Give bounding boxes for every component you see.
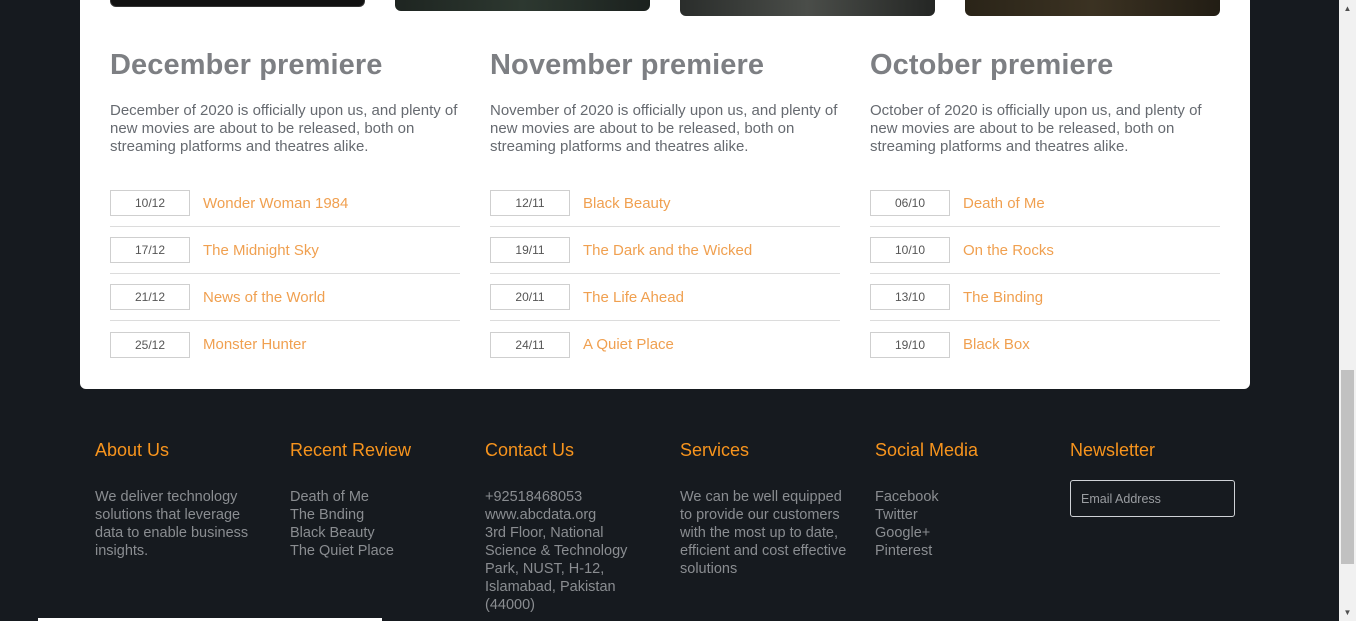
movie-row: 19/11 The Dark and the Wicked — [490, 227, 840, 274]
movie-link[interactable]: Death of Me — [963, 195, 1045, 212]
movie-row: 21/12 News of the World — [110, 274, 460, 321]
movie-list: 06/10 Death of Me 10/10 On the Rocks 13/… — [870, 180, 1220, 368]
movie-list: 12/11 Black Beauty 19/11 The Dark and th… — [490, 180, 840, 368]
review-link[interactable]: Black Beauty — [290, 524, 460, 542]
movie-link[interactable]: Black Box — [963, 336, 1030, 353]
release-date: 19/11 — [490, 237, 570, 263]
movie-row: 24/11 A Quiet Place — [490, 321, 840, 368]
movie-link[interactable]: On the Rocks — [963, 242, 1054, 259]
movie-row: 06/10 Death of Me — [870, 180, 1220, 227]
release-date: 13/10 — [870, 284, 950, 310]
movie-row: 17/12 The Midnight Sky — [110, 227, 460, 274]
movie-row: 25/12 Monster Hunter — [110, 321, 460, 368]
release-date: 21/12 — [110, 284, 190, 310]
release-date: 10/10 — [870, 237, 950, 263]
movie-row: 19/10 Black Box — [870, 321, 1220, 368]
footer-heading: Services — [680, 440, 750, 460]
movie-row: 10/10 On the Rocks — [870, 227, 1220, 274]
contact-address: 3rd Floor, National Science & Technology… — [485, 525, 628, 613]
premiere-description: November of 2020 is officially upon us, … — [490, 102, 838, 155]
review-link[interactable]: Death of Me — [290, 488, 460, 506]
poster-thumbnail[interactable] — [110, 0, 365, 7]
footer-recent-review: Recent Review Death of Me The Bnding Bla… — [290, 436, 460, 560]
scroll-down-arrow-icon[interactable]: ▼ — [1339, 604, 1356, 621]
release-date: 24/11 — [490, 331, 570, 358]
premiere-title: October premiere — [870, 49, 1114, 81]
newsletter-email-input[interactable] — [1070, 480, 1235, 517]
social-link-google-plus[interactable]: Google+ — [875, 524, 1045, 542]
premiere-title: November premiere — [490, 49, 765, 81]
movie-link[interactable]: Black Beauty — [583, 195, 671, 212]
release-date: 10/12 — [110, 190, 190, 216]
movie-link[interactable]: A Quiet Place — [583, 336, 674, 353]
release-date: 19/10 — [870, 331, 950, 358]
release-date: 12/11 — [490, 190, 570, 216]
movie-link[interactable]: Wonder Woman 1984 — [203, 195, 348, 212]
footer-newsletter: Newsletter — [1070, 436, 1240, 517]
movie-row: 13/10 The Binding — [870, 274, 1220, 321]
services-text: We can be well equipped to provide our c… — [680, 489, 847, 577]
footer-heading: Newsletter — [1070, 440, 1156, 460]
poster-thumbnails — [110, 0, 1220, 16]
movie-link[interactable]: The Midnight Sky — [203, 242, 319, 259]
release-date: 25/12 — [110, 331, 190, 358]
movie-row: 12/11 Black Beauty — [490, 180, 840, 227]
poster-thumbnail[interactable] — [680, 0, 935, 16]
movie-link[interactable]: The Life Ahead — [583, 289, 684, 306]
premiere-column-october: October premiere October of 2020 is offi… — [870, 40, 1220, 368]
scrollbar-thumb[interactable] — [1341, 370, 1354, 564]
movie-row: 10/12 Wonder Woman 1984 — [110, 180, 460, 227]
release-date: 20/11 — [490, 284, 570, 310]
poster-thumbnail[interactable] — [395, 0, 650, 11]
social-link-facebook[interactable]: Facebook — [875, 488, 1045, 506]
footer-contact: Contact Us +92518468053 www.abcdata.org … — [485, 436, 655, 614]
movie-link[interactable]: Monster Hunter — [203, 336, 306, 353]
movie-row: 20/11 The Life Ahead — [490, 274, 840, 321]
premiere-description: December of 2020 is officially upon us, … — [110, 102, 458, 155]
recent-review-list: Death of Me The Bnding Black Beauty The … — [290, 488, 460, 560]
premiere-description: October of 2020 is officially upon us, a… — [870, 102, 1202, 155]
social-link-twitter[interactable]: Twitter — [875, 506, 1045, 524]
movie-list: 10/12 Wonder Woman 1984 17/12 The Midnig… — [110, 180, 460, 368]
review-link[interactable]: The Bnding — [290, 506, 460, 524]
footer-about: About Us We deliver technology solutions… — [95, 436, 265, 560]
scroll-up-arrow-icon[interactable]: ▲ — [1339, 0, 1356, 17]
social-link-pinterest[interactable]: Pinterest — [875, 542, 1045, 560]
premiere-column-december: December premiere December of 2020 is of… — [110, 40, 460, 368]
premiere-title: December premiere — [110, 49, 383, 81]
footer-heading: Recent Review — [290, 440, 412, 460]
footer-social: Social Media Facebook Twitter Google+ Pi… — [875, 436, 1045, 560]
footer-heading: Social Media — [875, 440, 979, 460]
review-link[interactable]: The Quiet Place — [290, 542, 460, 560]
contact-details: +92518468053 www.abcdata.org 3rd Floor, … — [485, 488, 655, 614]
contact-website: www.abcdata.org — [485, 507, 597, 523]
footer-heading: Contact Us — [485, 440, 575, 460]
page-scrollbar[interactable]: ▲ ▼ — [1339, 0, 1356, 621]
movie-link[interactable]: The Binding — [963, 289, 1043, 306]
release-date: 17/12 — [110, 237, 190, 263]
footer-services: Services We can be well equipped to prov… — [680, 436, 850, 578]
contact-phone: +92518468053 — [485, 489, 583, 505]
movie-link[interactable]: The Dark and the Wicked — [583, 242, 752, 259]
poster-thumbnail[interactable] — [965, 0, 1220, 16]
footer-heading: About Us — [95, 440, 170, 460]
about-text: We deliver technology solutions that lev… — [95, 489, 249, 559]
movie-link[interactable]: News of the World — [203, 289, 325, 306]
social-links: Facebook Twitter Google+ Pinterest — [875, 488, 1045, 560]
premiere-column-november: November premiere November of 2020 is of… — [490, 40, 840, 368]
release-date: 06/10 — [870, 190, 950, 216]
